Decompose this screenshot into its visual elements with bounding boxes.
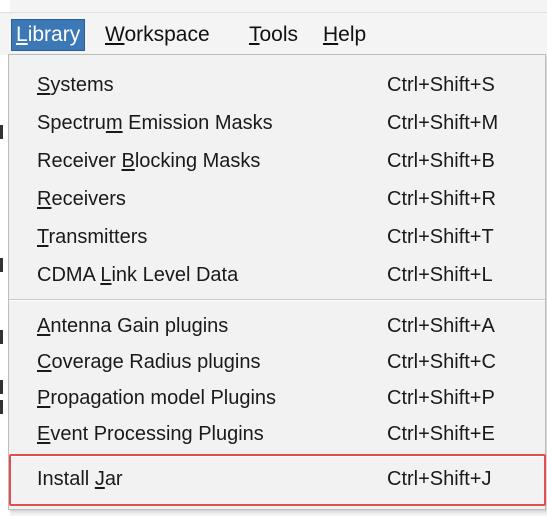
menu-item-receivers[interactable]: Receivers Ctrl+Shift+R xyxy=(9,180,545,218)
menu-help-mnemonic: H xyxy=(323,23,339,46)
menu-item-spectrum-emission-masks[interactable]: Spectrum Emission Masks Ctrl+Shift+M xyxy=(9,104,545,142)
menu-item-label: CDMA Link Level Data xyxy=(37,264,239,286)
menu-item-shortcut: Ctrl+Shift+B xyxy=(387,150,495,172)
menu-item-shortcut: Ctrl+Shift+S xyxy=(387,74,495,96)
menu-help[interactable]: Help xyxy=(319,20,370,50)
menu-separator xyxy=(9,299,545,301)
menu-tools-label-rest: ools xyxy=(259,23,299,46)
menu-item-label: Receiver Blocking Masks xyxy=(37,150,261,172)
menu-workspace-mnemonic: W xyxy=(105,23,125,46)
menu-item-label: Propagation model Plugins xyxy=(37,387,277,409)
menu-library-mnemonic: L xyxy=(16,23,28,46)
menu-item-receiver-blocking-masks[interactable]: Receiver Blocking Masks Ctrl+Shift+B xyxy=(9,142,545,180)
menu-item-label: Spectrum Emission Masks xyxy=(37,112,273,134)
menu-item-label: Systems xyxy=(37,74,114,96)
menu-item-coverage-radius-plugins[interactable]: Coverage Radius plugins Ctrl+Shift+C xyxy=(9,343,545,381)
menu-item-shortcut: Ctrl+Shift+J xyxy=(387,468,492,490)
menu-item-install-jar[interactable]: Install Jar Ctrl+Shift+J xyxy=(9,460,545,498)
menu-item-shortcut: Ctrl+Shift+C xyxy=(387,351,496,373)
menu-item-shortcut: Ctrl+Shift+R xyxy=(387,188,496,210)
menu-workspace[interactable]: Workspace xyxy=(101,20,214,50)
menu-bar: Library Workspace Tools Help xyxy=(0,12,547,55)
background-text-fragment xyxy=(0,380,3,394)
app-window: Library Workspace Tools Help Systems Ctr… xyxy=(0,0,547,516)
menu-item-propagation-model-plugins[interactable]: Propagation model Plugins Ctrl+Shift+P xyxy=(9,379,545,417)
menu-tools[interactable]: Tools xyxy=(245,20,302,50)
menu-item-label: Coverage Radius plugins xyxy=(37,351,261,373)
background-text-fragment xyxy=(0,400,3,414)
background-text-fragment xyxy=(0,330,3,344)
menu-item-shortcut: Ctrl+Shift+E xyxy=(387,423,495,445)
menu-library[interactable]: Library xyxy=(10,19,86,51)
menu-library-label-rest: ibrary xyxy=(27,23,81,46)
menu-item-label: Install Jar xyxy=(37,468,123,490)
menu-item-event-processing-plugins[interactable]: Event Processing Plugins Ctrl+Shift+E xyxy=(9,415,545,453)
menu-item-label: Antenna Gain plugins xyxy=(37,315,229,337)
menu-item-cdma-link-level-data[interactable]: CDMA Link Level Data Ctrl+Shift+L xyxy=(9,256,545,294)
menu-item-shortcut: Ctrl+Shift+L xyxy=(387,264,493,286)
menu-item-label: Event Processing Plugins xyxy=(37,423,264,445)
menu-item-systems[interactable]: Systems Ctrl+Shift+S xyxy=(9,66,545,104)
library-dropdown-menu: Systems Ctrl+Shift+S Spectrum Emission M… xyxy=(8,54,546,510)
menu-help-label-rest: elp xyxy=(338,23,367,46)
menu-item-shortcut: Ctrl+Shift+A xyxy=(387,315,495,337)
menu-tools-mnemonic: T xyxy=(249,23,260,46)
menu-separator xyxy=(9,455,545,457)
menu-item-shortcut: Ctrl+Shift+M xyxy=(387,112,499,134)
menu-item-transmitters[interactable]: Transmitters Ctrl+Shift+T xyxy=(9,218,545,256)
menu-item-antenna-gain-plugins[interactable]: Antenna Gain plugins Ctrl+Shift+A xyxy=(9,307,545,345)
menu-workspace-label-rest: orkspace xyxy=(124,23,210,46)
menu-item-label: Receivers xyxy=(37,188,126,210)
background-text-fragment xyxy=(0,258,3,272)
menu-item-shortcut: Ctrl+Shift+T xyxy=(387,226,494,248)
background-text-fragment xyxy=(0,125,3,139)
menu-item-label: Transmitters xyxy=(37,226,148,248)
menu-item-shortcut: Ctrl+Shift+P xyxy=(387,387,495,409)
